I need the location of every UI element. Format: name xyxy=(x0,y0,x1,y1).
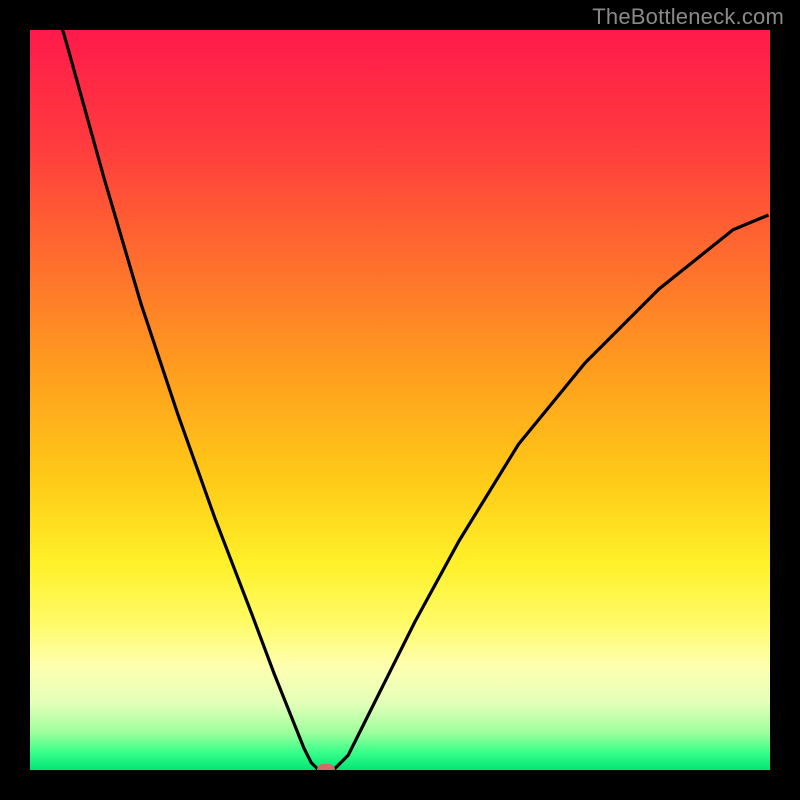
curve-layer xyxy=(30,30,770,770)
chart-frame: TheBottleneck.com xyxy=(0,0,800,800)
watermark-text: TheBottleneck.com xyxy=(592,4,784,30)
bottleneck-curve-line xyxy=(30,30,769,770)
plot-area xyxy=(30,30,770,770)
optimal-point-marker xyxy=(317,764,335,770)
